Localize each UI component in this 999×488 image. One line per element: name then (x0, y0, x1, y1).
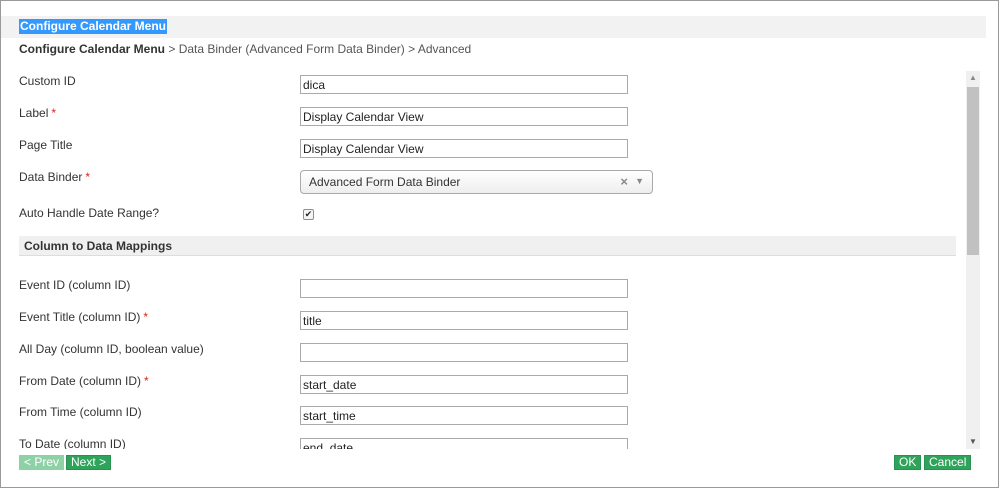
dialog-title: Configure Calendar Menu (19, 19, 168, 34)
event-id-row: Event ID (column ID) (19, 278, 959, 300)
from-time-label: From Time (column ID) (19, 405, 142, 419)
auto-handle-checkbox[interactable]: ✔ (303, 209, 314, 220)
label-row: Label * (19, 106, 959, 128)
event-id-input[interactable] (300, 279, 628, 298)
breadcrumb-path: > Data Binder (Advanced Form Data Binder… (168, 42, 472, 56)
required-marker: * (85, 170, 91, 184)
page-title-label: Page Title (19, 138, 73, 152)
label-input[interactable] (300, 107, 628, 126)
to-date-input[interactable] (300, 438, 628, 449)
configure-calendar-dialog: Configure Calendar Menu Configure Calend… (0, 0, 999, 488)
vertical-scrollbar[interactable]: ▲ ▼ (966, 71, 980, 449)
required-marker: * (144, 374, 149, 388)
cancel-button[interactable]: Cancel (924, 455, 972, 470)
data-binder-select[interactable]: Advanced Form Data Binder × ▼ (300, 170, 653, 194)
custom-id-row: Custom ID (19, 74, 959, 96)
to-date-label: To Date (column ID) (19, 437, 126, 449)
dialog-footer: < Prev Next > OK Cancel (1, 450, 986, 475)
event-id-label: Event ID (column ID) (19, 278, 131, 292)
to-date-row: To Date (column ID) (19, 437, 959, 449)
from-time-input[interactable] (300, 406, 628, 425)
data-binder-selected-value: Advanced Form Data Binder (309, 175, 461, 189)
scrollbar-thumb[interactable] (967, 87, 979, 255)
form-scroll-area: Custom ID Label* Page Title Data Binder*… (1, 68, 981, 449)
breadcrumb-root[interactable]: Configure Calendar Menu (19, 42, 165, 56)
scroll-down-icon[interactable]: ▼ (966, 435, 980, 449)
event-title-input[interactable] (300, 311, 628, 330)
all-day-input[interactable] (300, 343, 628, 362)
from-date-row: From Date (column ID) * (19, 374, 959, 396)
all-day-label: All Day (column ID, boolean value) (19, 342, 204, 356)
data-binder-row: Data Binder * Advanced Form Data Binder ×… (19, 170, 959, 198)
custom-id-input[interactable] (300, 75, 628, 94)
section-title: Column to Data Mappings (24, 239, 172, 253)
column-mappings-section-header: Column to Data Mappings (19, 236, 956, 256)
custom-id-label: Custom ID (19, 74, 76, 88)
page-title-input[interactable] (300, 139, 628, 158)
from-date-label: From Date (column ID) * (19, 374, 149, 388)
auto-handle-label: Auto Handle Date Range? (19, 206, 160, 220)
event-title-row: Event Title (column ID) * (19, 310, 959, 332)
from-date-input[interactable] (300, 375, 628, 394)
breadcrumb: Configure Calendar Menu > Data Binder (A… (19, 42, 471, 56)
required-marker: * (51, 106, 57, 120)
data-binder-label: Data Binder * (19, 170, 91, 184)
required-marker: * (143, 310, 149, 324)
auto-handle-row: Auto Handle Date Range? ✔ (19, 206, 959, 228)
label-field-label: Label * (19, 106, 57, 120)
chevron-down-icon[interactable]: ▼ (635, 176, 644, 186)
ok-button[interactable]: OK (894, 455, 922, 470)
dialog-title-bar: Configure Calendar Menu (1, 16, 986, 38)
event-title-label: Event Title (column ID) * (19, 310, 149, 324)
prev-button[interactable]: < Prev (19, 455, 65, 470)
scroll-up-icon[interactable]: ▲ (966, 71, 980, 85)
page-title-row: Page Title (19, 138, 959, 160)
from-time-row: From Time (column ID) (19, 405, 959, 427)
next-button[interactable]: Next > (66, 455, 112, 470)
clear-icon[interactable]: × (620, 174, 628, 189)
all-day-row: All Day (column ID, boolean value) (19, 342, 959, 364)
